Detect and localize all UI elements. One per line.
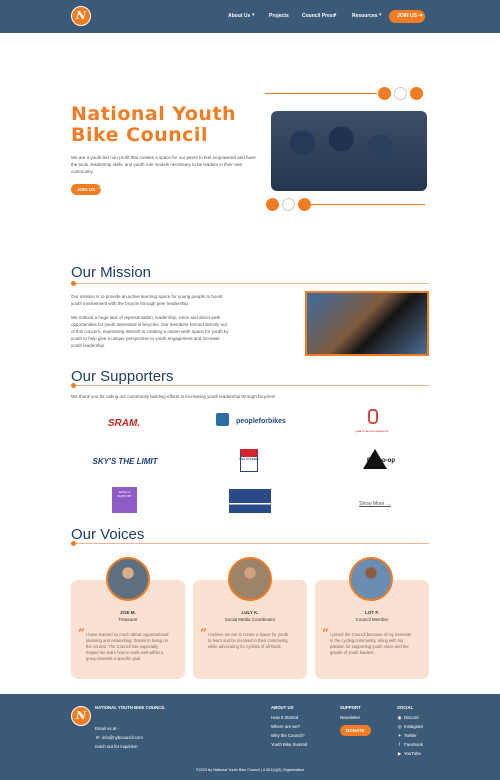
mission-photo: [305, 291, 429, 356]
newsletter-link[interactable]: Newsletter: [340, 713, 360, 722]
hero-join-button[interactable]: JOIN US: [71, 184, 102, 195]
supporter-logo: [229, 489, 271, 513]
person-role: Social Media Coordinator: [224, 617, 276, 622]
person-name: LULY K.: [241, 610, 259, 615]
footer-org-name: NATIONAL YOUTH BIKE COUNCIL: [95, 705, 166, 710]
footer-logo-icon[interactable]: N: [71, 706, 91, 726]
skys-the-limit-logo: SKY'S THE LIMIT: [92, 457, 158, 466]
hero-description: We are a youth-led non-profit that creat…: [71, 155, 256, 174]
top-navigation: N About Us ▾ Projects Council Press ▾ Reso…: [0, 0, 500, 33]
discord-icon: ◉: [397, 715, 402, 720]
nav-about-us[interactable]: About Us: [228, 13, 250, 19]
person-role: Treasurer: [118, 617, 138, 622]
youtube-link[interactable]: ▶ YouTube: [397, 749, 421, 758]
twitter-link[interactable]: ✦ Twitter: [397, 731, 417, 740]
person-name: ZOE M.: [120, 610, 136, 615]
copyright: ©2023 by National Youth Bike Council | A…: [195, 768, 305, 772]
footer-link[interactable]: Where are we?: [271, 722, 300, 731]
youtube-icon: ▶: [397, 751, 402, 756]
mail-icon: ✉: [95, 735, 100, 740]
supporters-heading: Our Supporters: [71, 368, 174, 385]
qbp-icon: [368, 409, 378, 424]
social-title: SOCIAL: [397, 705, 414, 710]
carousel-dot[interactable]: [266, 198, 279, 211]
show-more-link[interactable]: Show More →: [356, 501, 394, 507]
avatar: [228, 557, 272, 601]
arrow-icon: ➜: [98, 186, 104, 192]
voices-heading: Our Voices: [71, 526, 145, 543]
email-link[interactable]: ✉ info@nybcouncil.com: [95, 733, 143, 742]
mission-heading: Our Mission: [71, 264, 152, 281]
instagram-icon: ◎: [397, 724, 402, 729]
avatar: [349, 557, 393, 601]
donate-button[interactable]: DONATE: [340, 725, 371, 736]
person-name: LOT F.: [365, 610, 379, 615]
footer-link[interactable]: Why the Council?: [271, 731, 305, 740]
mission-paragraph: We noticed a huge lack of representation…: [71, 315, 229, 348]
reach-out-text: reach out for inquiries!: [95, 744, 138, 749]
email-label: Email us at -: [95, 726, 119, 731]
group-photo: [271, 111, 427, 191]
sram-logo: SRAM.: [107, 418, 141, 429]
person-role: Council Member: [355, 617, 389, 622]
testimonial-quote: I joined the Council because of my inter…: [330, 632, 412, 655]
usa-cycling-logo: USA CYCLING: [239, 457, 259, 461]
discord-link[interactable]: ◉ Discord: [397, 713, 419, 722]
avatar: [106, 557, 150, 601]
mission-paragraph: Our mission is to provide an active lear…: [71, 294, 223, 306]
arrow-icon: ➜: [418, 13, 424, 19]
carousel-dot[interactable]: [298, 198, 311, 211]
supporter-logo: WASH & SUPPORT: [112, 487, 137, 513]
peopleforbikes-logo: peopleforbikes: [236, 418, 286, 425]
nav-council-press[interactable]: Council Press: [302, 13, 335, 19]
carousel-dot[interactable]: [378, 87, 391, 100]
rei-logo: REI co-op: [367, 458, 395, 464]
qbp-logo: QUALITY BICYCLE PRODUCTS: [355, 431, 389, 433]
facebook-link[interactable]: f Facebook: [397, 740, 423, 749]
hero-title: National Youth Bike Council: [71, 103, 237, 146]
about-title: ABOUT US: [271, 705, 294, 710]
carousel-dot[interactable]: [410, 87, 423, 100]
footer-link[interactable]: Youth Bike Summit: [271, 740, 307, 749]
twitter-icon: ✦: [397, 733, 402, 738]
testimonial-quote: I believe we are to create a space for y…: [208, 632, 289, 649]
testimonial-quote: I have learned so much about organizatio…: [86, 632, 169, 661]
logo-icon[interactable]: N: [71, 6, 91, 26]
carousel-dot[interactable]: [394, 87, 407, 100]
facebook-icon: f: [398, 742, 401, 747]
supporters-description: We thank you for aiding our community bu…: [71, 394, 276, 399]
nav-resources[interactable]: Resources: [352, 13, 378, 19]
support-title: SUPPORT: [340, 705, 361, 710]
footer-link[interactable]: How It Started: [271, 713, 298, 722]
peopleforbikes-icon: [216, 413, 229, 426]
instagram-link[interactable]: ◎ Instagram: [397, 722, 423, 731]
carousel-dot[interactable]: [282, 198, 295, 211]
nav-projects[interactable]: Projects: [269, 13, 289, 19]
